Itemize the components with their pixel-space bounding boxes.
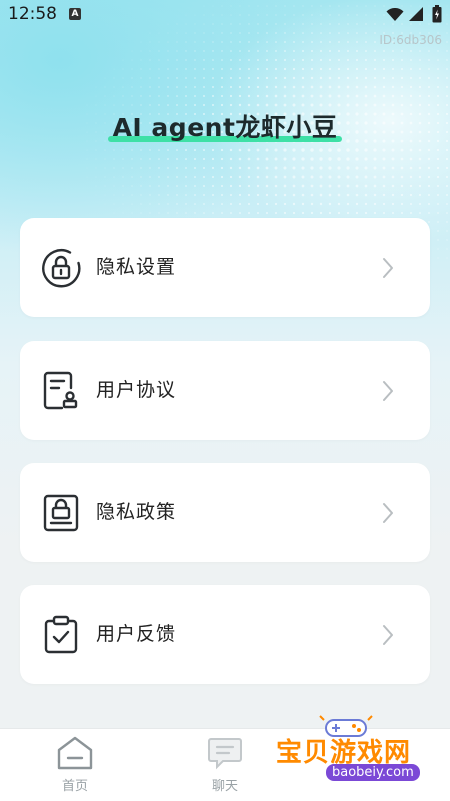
nav-item-chat[interactable]: 聊天	[175, 729, 275, 801]
chevron-right-icon	[383, 625, 393, 645]
nav-label: 首页	[61, 779, 88, 794]
policy-lock-icon	[43, 494, 79, 532]
lock-circle-icon	[42, 249, 81, 288]
status-bar: 12:58 A	[0, 0, 450, 30]
chevron-right-icon	[383, 258, 393, 278]
menu-item-privacy-settings[interactable]: 隐私设置	[20, 218, 430, 317]
wifi-icon	[386, 8, 404, 21]
watermark-url: baobeiy.com	[326, 764, 420, 781]
menu-item-label: 隐私政策	[96, 501, 177, 523]
menu-item-user-agreement[interactable]: 用户协议	[20, 341, 430, 440]
agreement-icon	[43, 371, 78, 410]
status-time: 12:58	[8, 4, 57, 24]
battery-icon	[432, 5, 442, 23]
menu-item-user-feedback[interactable]: 用户反馈	[20, 585, 430, 684]
chat-icon	[208, 738, 242, 770]
notification-icon: A	[69, 8, 81, 20]
chevron-right-icon	[383, 381, 393, 401]
home-icon	[57, 736, 93, 770]
nav-label: 聊天	[211, 779, 238, 794]
watermark: 宝贝游戏网 baobeiy.com	[268, 712, 450, 800]
nav-item-home[interactable]: 首页	[25, 729, 125, 801]
clipboard-check-icon	[44, 615, 78, 654]
device-id: ID:6db306	[379, 33, 442, 47]
app-title: AI agent龙虾小豆	[112, 113, 338, 142]
menu-item-label: 用户协议	[96, 379, 177, 401]
menu-item-label: 隐私设置	[96, 256, 177, 278]
menu-item-label: 用户反馈	[96, 623, 177, 645]
chevron-right-icon	[383, 503, 393, 523]
menu-item-privacy-policy[interactable]: 隐私政策	[20, 463, 430, 562]
signal-icon	[409, 7, 423, 21]
